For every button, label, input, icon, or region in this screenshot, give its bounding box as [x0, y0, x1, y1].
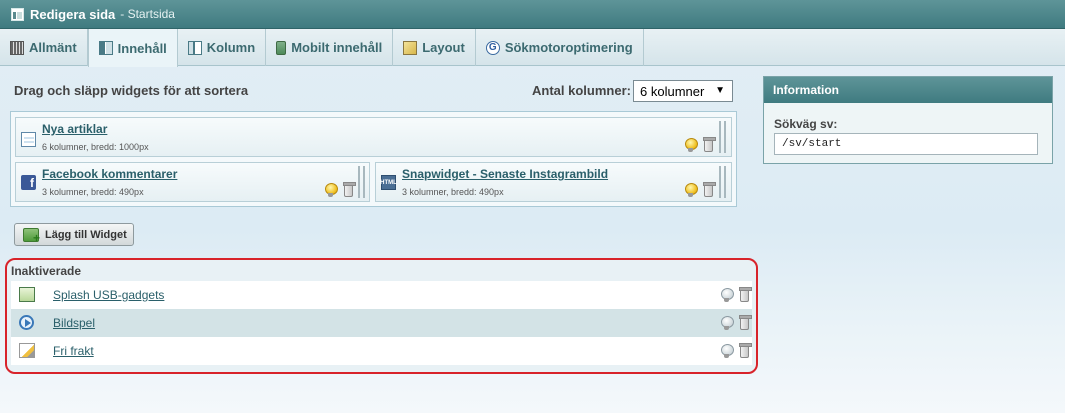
- drag-handle[interactable]: [719, 121, 726, 153]
- layout-icon: [403, 40, 418, 55]
- trash-icon[interactable]: [739, 343, 752, 358]
- columns-label: Antal kolumner:: [532, 83, 631, 98]
- html-icon: HTML: [380, 175, 397, 190]
- path-field[interactable]: /sv/start: [774, 133, 1038, 155]
- tab-seo[interactable]: G Sökmotoroptimering: [476, 29, 644, 66]
- lightbulb-off-icon[interactable]: [721, 344, 734, 358]
- slideshow-icon: [19, 315, 34, 330]
- tab-label: Layout: [422, 40, 465, 55]
- facebook-icon: f: [21, 175, 36, 190]
- widget-meta: 6 kolumner, bredd: 1000px: [42, 142, 149, 152]
- add-widget-label: Lägg till Widget: [45, 228, 127, 241]
- list-item: Fri frakt: [11, 337, 752, 365]
- widget-item[interactable]: Nya artiklar 6 kolumner, bredd: 1000px: [15, 117, 732, 157]
- window-subtitle: - Startsida: [120, 7, 175, 21]
- window-title: Redigera sida: [30, 6, 116, 22]
- widget-title[interactable]: Facebook kommentarer: [42, 167, 177, 181]
- lightbulb-icon[interactable]: [685, 183, 698, 197]
- path-label: Sökväg sv:: [774, 117, 838, 131]
- information-title: Information: [764, 77, 1052, 103]
- overview-icon: [10, 40, 24, 55]
- tab-layout[interactable]: Layout: [393, 29, 476, 66]
- tab-column[interactable]: Kolumn: [178, 29, 267, 66]
- inactive-item-link[interactable]: Fri frakt: [53, 344, 94, 358]
- lightbulb-off-icon[interactable]: [721, 288, 734, 302]
- inactive-widgets-panel: Inaktiverade Splash USB-gadgets Bildspel…: [5, 258, 758, 374]
- drag-handle[interactable]: [358, 166, 365, 198]
- add-widget-icon: [23, 227, 40, 245]
- tab-content[interactable]: Innehåll: [87, 29, 178, 67]
- splash-icon: [19, 287, 35, 302]
- inactive-item-link[interactable]: Bildspel: [53, 316, 95, 330]
- widget-meta: 3 kolumner, bredd: 490px: [402, 187, 504, 197]
- widget-title[interactable]: Snapwidget - Senaste Instagrambild: [402, 167, 608, 181]
- tab-label: Mobilt innehåll: [291, 40, 383, 55]
- list-item: Splash USB-gadgets: [11, 281, 752, 309]
- tab-label: Kolumn: [206, 40, 256, 55]
- add-widget-button[interactable]: Lägg till Widget: [14, 223, 134, 246]
- tab-mobile-content[interactable]: Mobilt innehåll: [266, 29, 394, 66]
- window-icon: [11, 7, 24, 21]
- edit-icon: [19, 343, 35, 358]
- lightbulb-off-icon[interactable]: [721, 316, 734, 330]
- column-icon: [187, 40, 202, 55]
- inactive-title: Inaktiverade: [11, 264, 82, 278]
- lightbulb-icon[interactable]: [685, 138, 698, 152]
- list-item: Bildspel: [11, 309, 752, 337]
- tab-general[interactable]: Allmänt: [0, 29, 88, 66]
- drag-handle[interactable]: [719, 166, 726, 198]
- window-titlebar: Redigera sida - Startsida: [0, 0, 1065, 29]
- content-icon: [98, 41, 113, 55]
- tab-label: Sökmotoroptimering: [504, 40, 633, 55]
- tab-label: Innehåll: [117, 40, 167, 56]
- dropdown-arrow-icon: ▼: [715, 85, 725, 96]
- mobile-icon: [276, 40, 287, 55]
- columns-select-value: 6 kolumner: [640, 83, 705, 99]
- inactive-item-link[interactable]: Splash USB-gadgets: [53, 288, 164, 302]
- widget-item[interactable]: HTML Snapwidget - Senaste Instagrambild …: [375, 162, 732, 202]
- trash-icon[interactable]: [739, 315, 752, 330]
- trash-icon[interactable]: [703, 137, 716, 152]
- information-panel: Information Sökväg sv: /sv/start: [763, 76, 1053, 164]
- article-icon: [21, 132, 36, 147]
- widget-title[interactable]: Nya artiklar: [42, 122, 107, 136]
- tab-bar: Allmänt Innehåll Kolumn Mobilt innehåll …: [0, 29, 1065, 67]
- widget-area: Nya artiklar 6 kolumner, bredd: 1000px f…: [10, 111, 737, 207]
- lightbulb-icon[interactable]: [325, 183, 338, 197]
- trash-icon[interactable]: [703, 182, 716, 197]
- columns-select[interactable]: 6 kolumner ▼: [633, 80, 733, 102]
- widget-meta: 3 kolumner, bredd: 490px: [42, 187, 144, 197]
- trash-icon[interactable]: [343, 182, 356, 197]
- widget-item[interactable]: f Facebook kommentarer 3 kolumner, bredd…: [15, 162, 370, 202]
- drag-hint: Drag och släpp widgets för att sortera: [14, 83, 249, 98]
- trash-icon[interactable]: [739, 287, 752, 302]
- seo-icon: G: [485, 40, 500, 55]
- tab-label: Allmänt: [29, 40, 77, 55]
